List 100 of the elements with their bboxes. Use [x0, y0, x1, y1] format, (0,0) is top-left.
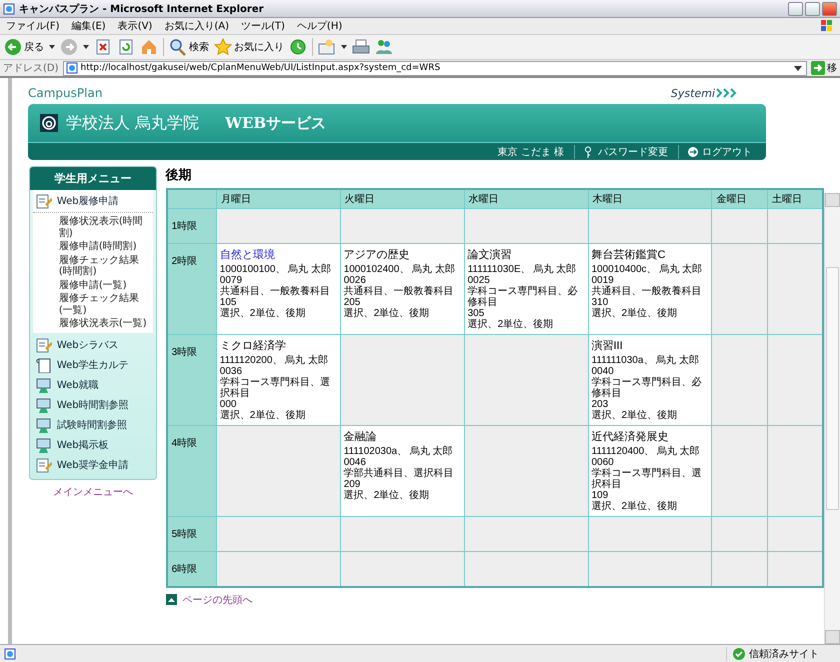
menu-item[interactable]: Web掲示板	[30, 434, 156, 454]
period-cell: 3時限	[166, 334, 216, 425]
menu-item[interactable]: Web就職	[30, 374, 156, 394]
submenu-item[interactable]: 履修申請(一覧)	[58, 278, 149, 292]
day-header: 木曜日	[588, 189, 712, 208]
course-detail: 205	[344, 296, 362, 308]
menu-item[interactable]: Web学生カルテ	[30, 354, 156, 374]
school-logo-icon	[40, 114, 58, 132]
monitor-icon	[36, 376, 52, 392]
course-detail: 1111120200、 烏丸 太郎	[220, 354, 329, 366]
day-header: 月曜日	[216, 189, 340, 208]
mail-button[interactable]	[318, 38, 336, 56]
course-detail: 0060	[592, 456, 615, 468]
submenu-item[interactable]: 履修チェック結果(時間割)	[58, 254, 149, 278]
print-button[interactable]	[352, 38, 370, 56]
maximize-button[interactable]	[805, 2, 820, 16]
course-detail: 選択、2単位、後期	[220, 308, 306, 318]
submenu-item[interactable]: 履修チェック結果(一覧)	[58, 292, 149, 317]
people-icon	[375, 38, 393, 56]
monitor-icon	[36, 396, 52, 412]
menu-item[interactable]: Web奨学金申請	[30, 454, 156, 474]
day-header: 水曜日	[464, 189, 588, 208]
go-arrow-icon	[811, 61, 825, 75]
service-name: WEBサービス	[225, 114, 326, 132]
course-detail: 0025	[468, 274, 491, 286]
course-title: 舞台芸術鑑賞C	[592, 248, 666, 262]
course-detail: 111111030a、 烏丸 太郎	[592, 354, 700, 366]
logout-link[interactable]: ログアウト	[678, 144, 752, 158]
stop-icon	[94, 38, 112, 56]
scrollbar[interactable]	[824, 193, 840, 644]
password-link[interactable]: パスワード変更	[574, 144, 668, 158]
course-detail: 111102030a、 烏丸 太郎	[344, 446, 454, 456]
submenu-item[interactable]: 履修申請(時間割)	[58, 240, 149, 254]
course-title: 論文演習	[468, 248, 512, 262]
address-field[interactable]: http://localhost/gakusei/web/CplanMenuWeb/UI/ListInput.aspx?system_cd=WRS	[62, 60, 807, 76]
search-icon	[169, 38, 187, 56]
period-cell: 5時限	[166, 516, 216, 551]
course-detail: 1000102400、 烏丸 太郎	[344, 264, 456, 274]
course-title: 近代経済発展史	[592, 430, 668, 444]
menu-item[interactable]: Webシラバス	[30, 334, 156, 354]
term-title: 後期	[166, 167, 193, 185]
security-zone: 信頼済みサイト	[726, 646, 836, 660]
page-top-link[interactable]: ページの先頭へ	[182, 592, 253, 606]
main-menu-link[interactable]: メインメニューへ	[52, 484, 133, 498]
refresh-button[interactable]	[117, 38, 135, 56]
menu-item[interactable]: Web履修申請	[32, 190, 153, 213]
course-detail: 111111030E、 烏丸 太郎	[468, 264, 578, 274]
clock-icon	[289, 38, 307, 56]
page-icon	[4, 648, 16, 660]
day-header: 金曜日	[712, 189, 768, 208]
course-detail: 学科コース専門科目、必修科目	[468, 286, 579, 308]
dropdown-arrow-icon	[794, 66, 802, 70]
menu-item[interactable]: 編集(E)	[72, 19, 106, 33]
home-button[interactable]	[140, 38, 158, 56]
star-icon	[214, 38, 232, 56]
course-detail: 100010400c、 烏丸 太郎	[592, 264, 704, 274]
forward-button[interactable]	[60, 38, 78, 56]
course-detail: 310	[592, 296, 610, 308]
menu-item[interactable]: 試験時間割参照	[30, 414, 156, 434]
menu-item[interactable]: Web時間割参照	[30, 394, 156, 414]
course-detail: 105	[220, 296, 238, 308]
printer-icon	[352, 38, 370, 56]
menu-item[interactable]: 表示(V)	[118, 19, 152, 33]
history-button[interactable]	[289, 38, 307, 56]
minimize-button[interactable]	[788, 2, 803, 16]
menu-item[interactable]: ツール(T)	[241, 19, 285, 33]
window-title: キャンパスプラン - Microsoft Internet Explorer	[19, 2, 265, 16]
course-detail: 209	[344, 478, 362, 490]
exit-icon	[687, 146, 699, 158]
check-icon	[733, 648, 745, 660]
course-title: 金融論	[344, 430, 377, 444]
submenu-item[interactable]: 履修状況表示(一覧)	[58, 317, 149, 330]
course-detail: 0019	[592, 274, 615, 286]
submenu-item[interactable]: 履修状況表示(時間割)	[58, 215, 149, 240]
course-detail: 選択、2単位、後期	[592, 410, 678, 420]
favorites-button[interactable]: お気に入り	[214, 38, 284, 56]
go-button[interactable]: 移	[811, 61, 837, 75]
monitor-icon	[36, 416, 52, 432]
search-button[interactable]: 検索	[169, 38, 209, 56]
course-detail: 203	[592, 398, 610, 410]
menu-item[interactable]: ファイル(F)	[6, 19, 60, 33]
course-detail: 選択、2単位、後期	[468, 318, 554, 330]
header-cell	[166, 189, 216, 208]
course-detail: 1111120400、 烏丸 太郎	[592, 446, 701, 456]
dropdown-caret-icon	[83, 45, 89, 49]
brand-logo: CampusPlan	[28, 86, 102, 100]
messenger-button[interactable]	[375, 38, 393, 56]
dropdown-caret-icon	[49, 45, 55, 49]
course-detail: 共通科目、一般教養科目	[592, 286, 702, 296]
close-button[interactable]	[822, 2, 837, 16]
course-link[interactable]: 自然と環境	[220, 246, 275, 262]
course-detail: 109	[592, 490, 610, 500]
stop-button[interactable]	[94, 38, 112, 56]
menu-item[interactable]: ヘルプ(H)	[296, 19, 342, 33]
course-detail: 305	[468, 308, 486, 318]
back-icon	[4, 38, 22, 56]
refresh-icon	[117, 38, 135, 56]
course-detail: 選択、2単位、後期	[344, 490, 430, 500]
menu-item[interactable]: お気に入り(A)	[164, 19, 229, 33]
back-button[interactable]: 戻る	[4, 38, 44, 56]
